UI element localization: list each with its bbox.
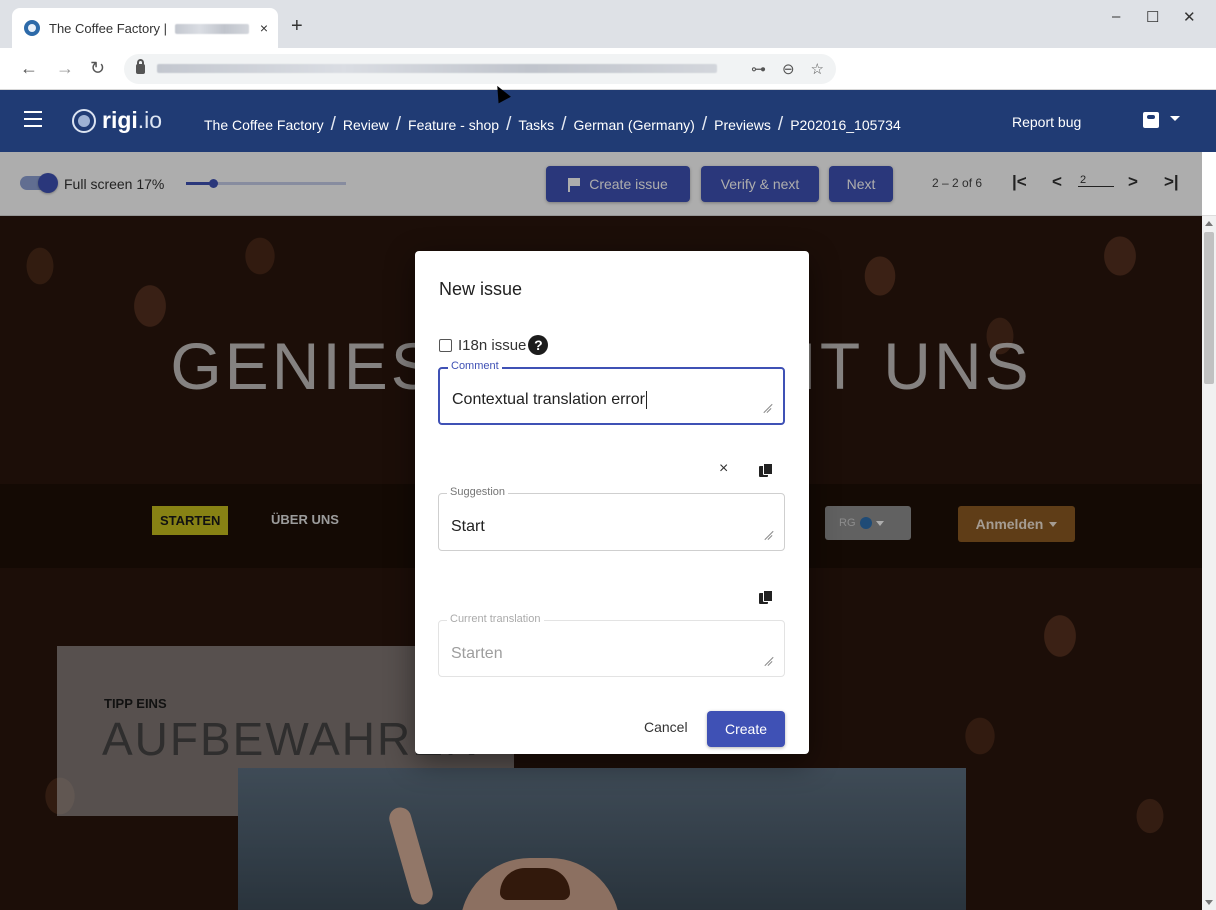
maximize-icon[interactable]: ☐ (1146, 8, 1159, 26)
breadcrumb-feature[interactable]: Feature - shop (408, 117, 499, 133)
suggestion-label: Suggestion (447, 486, 509, 498)
copy-icon[interactable] (759, 590, 773, 604)
scroll-up-icon[interactable] (1205, 221, 1213, 226)
breadcrumb-tasks[interactable]: Tasks (518, 117, 554, 133)
copy-icon[interactable] (759, 463, 773, 477)
text-caret (645, 391, 647, 409)
current-translation-label: Current translation (447, 613, 544, 625)
zoom-icon[interactable]: ⊖ (782, 60, 795, 78)
help-icon[interactable]: ? (528, 335, 549, 355)
window-close-icon[interactable]: ✕ (1183, 8, 1196, 26)
comment-label: Comment (448, 360, 502, 372)
rigi-logo[interactable]: rigi .io (72, 107, 162, 134)
resize-handle-icon[interactable] (762, 404, 771, 413)
current-translation-field: Current translation Starten (438, 613, 785, 677)
suggestion-field[interactable]: Suggestion Start (438, 486, 785, 551)
new-tab-button[interactable]: + (291, 15, 303, 38)
preview-scrollbar[interactable] (1202, 216, 1216, 910)
breadcrumb-previews[interactable]: Previews (714, 117, 771, 133)
tab-title: The Coffee Factory | (49, 20, 168, 36)
chevron-down-icon[interactable] (1170, 116, 1180, 121)
menu-icon[interactable] (24, 111, 42, 127)
browser-tab[interactable]: The Coffee Factory | × (12, 8, 278, 48)
comment-field[interactable]: Comment Contextual translation error (438, 360, 785, 425)
report-bug-link[interactable]: Report bug (1012, 114, 1081, 130)
new-issue-dialog: New issue I18n issue ? Comment Contextua… (415, 251, 809, 754)
scrollbar-thumb[interactable] (1204, 232, 1214, 384)
clear-suggestion-icon[interactable]: × (719, 460, 728, 478)
rigi-logo-icon (72, 108, 96, 133)
current-translation-value: Starten (451, 645, 503, 662)
scroll-down-icon[interactable] (1205, 900, 1213, 905)
lock-icon (136, 59, 145, 74)
tab-close-icon[interactable]: × (260, 20, 268, 36)
breadcrumb: The Coffee Factory / Review / Feature - … (204, 114, 901, 135)
dialog-title: New issue (439, 279, 523, 299)
resize-handle-icon (763, 657, 772, 666)
suggestion-value: Start (451, 518, 485, 535)
i18n-issue-checkbox-row[interactable]: I18n issue ? (439, 335, 549, 355)
reload-icon[interactable]: ↻ (90, 58, 105, 79)
comment-value: Contextual translation error (452, 391, 645, 409)
key-icon[interactable]: ⊶ (751, 60, 766, 78)
rigi-favicon-icon (24, 20, 40, 36)
url-field[interactable]: ⊶ ⊖ ☆ (124, 54, 836, 84)
resize-handle-icon[interactable] (763, 531, 772, 540)
back-arrow-icon[interactable]: ← (20, 58, 38, 79)
bookmark-star-icon[interactable]: ☆ (811, 60, 824, 78)
create-button[interactable]: Create (707, 711, 785, 747)
browser-tab-bar: The Coffee Factory | × + – ☐ ✕ (0, 0, 1216, 48)
breadcrumb-preview-id: P202016_105734 (790, 117, 901, 133)
i18n-issue-label: I18n issue (458, 336, 527, 354)
account-icon[interactable] (1143, 112, 1159, 128)
redacted-url (157, 64, 717, 74)
address-bar: ← → ↻ ⊶ ⊖ ☆ 16 ⋮ (0, 48, 1216, 126)
breadcrumb-language[interactable]: German (Germany) (573, 117, 694, 133)
cancel-button[interactable]: Cancel (644, 719, 688, 735)
breadcrumb-project[interactable]: The Coffee Factory (204, 117, 324, 133)
app-header: rigi .io The Coffee Factory / Review / Fe… (0, 90, 1216, 152)
minimize-icon[interactable]: – (1112, 8, 1120, 25)
i18n-issue-checkbox[interactable] (439, 338, 452, 352)
breadcrumb-review[interactable]: Review (343, 117, 389, 133)
redacted-text (174, 24, 249, 35)
forward-arrow-icon[interactable]: → (56, 58, 74, 79)
